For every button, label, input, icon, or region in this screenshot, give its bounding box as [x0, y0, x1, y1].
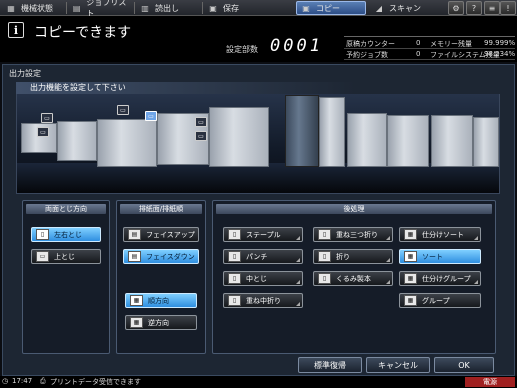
reverse-order-icon: ▦: [130, 317, 143, 328]
clock-time: 17:47: [12, 377, 33, 385]
bottom-status-bar: ◷ 17:47 ⎙ プリントデータ受信できます 電源: [0, 376, 517, 388]
section-title: 両面とじ方向: [26, 204, 106, 214]
main-engine: [319, 97, 345, 167]
tab-copy[interactable]: ▣ コピー: [296, 1, 366, 15]
group-icon: ▦: [404, 295, 417, 306]
punch-button[interactable]: ▯ パンチ: [223, 249, 303, 264]
punch-icon: ▯: [228, 251, 241, 262]
section-title: 後処理: [216, 204, 492, 214]
meter-row: 原稿カウンター 0 メモリー残量 99.999%: [344, 39, 516, 49]
face-down-button[interactable]: ▤ フェイスダウン: [123, 249, 199, 264]
fold-button[interactable]: ▯ 折り: [313, 249, 393, 264]
paper-feed-unit: [473, 117, 499, 167]
output-tray-icon[interactable]: ▭: [37, 127, 49, 137]
tab-bar: ▦ 機械状態 ▤ ジョブリスト ▥ 読出し ▣ 保存 ▣ コピー ◢ スキャン …: [0, 0, 517, 18]
tab-job-list[interactable]: ▤ ジョブリスト: [68, 0, 132, 18]
face-down-icon: ▤: [128, 251, 141, 262]
binding-section: 両面とじ方向 ▯ 左右とじ ▭ 上とじ: [22, 200, 110, 354]
multi-half-fold-button[interactable]: ▯ 重ね中折り: [223, 293, 303, 308]
forward-order-icon: ▦: [130, 295, 143, 306]
tab-label: 保存: [223, 3, 239, 13]
tab-store[interactable]: ▣ 保存: [204, 1, 274, 15]
tab-machine-status[interactable]: ▦ 機械状態: [2, 1, 64, 15]
power-badge: 電源: [465, 377, 515, 387]
recall-icon: ▥: [141, 3, 149, 13]
binding-top-icon: ▭: [36, 251, 49, 262]
help-icon[interactable]: ?: [466, 1, 482, 15]
tab-label: スキャン: [389, 3, 421, 13]
copies-label: 設定部数: [226, 45, 258, 54]
output-tray-icon[interactable]: ▭: [117, 105, 129, 115]
scan-icon: ◢: [375, 3, 383, 13]
inserter-unit: [209, 107, 269, 167]
fold-icon: ▯: [318, 251, 331, 262]
status-message: コピーできます: [34, 25, 132, 41]
job-list-icon: ▤: [72, 3, 81, 13]
tab-label: 機械状態: [21, 3, 53, 13]
perfect-binding-button[interactable]: ▯ くるみ製本: [313, 271, 393, 286]
saddle-stitch-icon: ▯: [228, 273, 241, 284]
tab-label: コピー: [316, 3, 340, 13]
tab-scan[interactable]: ◢ スキャン: [370, 1, 440, 15]
copies-count: 0001: [270, 36, 323, 56]
clock-icon: ◷: [2, 377, 9, 385]
saddle-stitch-button[interactable]: ▯ 中とじ: [223, 271, 303, 286]
section-title: 排紙面/排紙順: [120, 204, 202, 214]
copy-screen: { "tabs": [ {"label": "機械状態", "icon": "m…: [0, 0, 517, 388]
face-up-button[interactable]: ▤ フェイスアップ: [123, 227, 199, 242]
copy-icon: ▣: [302, 3, 310, 13]
ok-button[interactable]: OK: [434, 357, 494, 373]
output-face-section: 排紙面/排紙順 ▤ フェイスアップ ▤ フェイスダウン ▦ 順方向 ▦ 逆方向: [116, 200, 206, 354]
machine-diagram: ▭ ▭ ▭ ▭ ▭ ▭: [16, 82, 500, 194]
finishing-section: 後処理 ▯ ステープル ▯ パンチ ▯ 中とじ ▯ 重ね中折り ▯ 重ね三つ折り ▯ 折り …: [212, 200, 496, 354]
offset-sort-button[interactable]: ▦ 仕分けソート: [399, 227, 481, 242]
binding-left-right-button[interactable]: ▯ 左右とじ: [31, 227, 101, 242]
info-icon: i: [8, 22, 24, 38]
cancel-button[interactable]: キャンセル: [366, 357, 430, 373]
status-header: i コピーできます 設定部数 0001 原稿カウンター 0 メモリー残量 99.…: [0, 16, 517, 62]
reverse-order-button[interactable]: ▦ 逆方向: [125, 315, 197, 330]
binding-top-button[interactable]: ▭ 上とじ: [31, 249, 101, 264]
tab-recall[interactable]: ▥ 読出し: [136, 1, 200, 15]
finisher-unit: [97, 119, 157, 167]
selected-output-tray-icon[interactable]: ▭: [145, 111, 157, 121]
info-icon[interactable]: !: [500, 1, 516, 15]
perfect-binding-icon: ▯: [318, 273, 331, 284]
output-tray-icon[interactable]: ▭: [41, 113, 53, 123]
store-icon: ▣: [209, 3, 217, 13]
paper-feed-unit: [347, 113, 387, 167]
prompt-text: 出力機能を設定して下さい: [16, 82, 500, 94]
staple-button[interactable]: ▯ ステープル: [223, 227, 303, 242]
menu-icon[interactable]: ≡: [484, 1, 500, 15]
sort-icon: ▦: [404, 251, 417, 262]
tab-label: 読出し: [155, 3, 179, 13]
staple-icon: ▯: [228, 229, 241, 240]
multi-tri-fold-button[interactable]: ▯ 重ね三つ折り: [313, 227, 393, 242]
group-button[interactable]: ▦ グループ: [399, 293, 481, 308]
finisher-unit: [57, 121, 97, 161]
meter-row: 予約ジョブ数 0 ファイルシステム残量 98.234%: [344, 50, 516, 60]
paper-feed-unit: [387, 115, 429, 167]
multi-half-fold-icon: ▯: [228, 295, 241, 306]
output-tray-icon[interactable]: ▭: [195, 117, 207, 127]
multi-tri-fold-icon: ▯: [318, 229, 331, 240]
face-up-icon: ▤: [128, 229, 141, 240]
machine-status-icon: ▦: [7, 3, 15, 13]
output-tray-icon[interactable]: ▭: [195, 131, 207, 141]
offset-sort-icon: ▦: [404, 229, 417, 240]
settings-icon[interactable]: ⚙: [448, 1, 464, 15]
reset-default-button[interactable]: 標準復帰: [298, 357, 362, 373]
bottom-message: プリントデータ受信できます: [50, 378, 141, 386]
panel-title: 出力設定: [9, 69, 41, 78]
offset-group-icon: ▦: [404, 273, 417, 284]
binding-left-right-icon: ▯: [36, 229, 49, 240]
main-engine: [285, 95, 319, 167]
paper-feed-unit: [431, 115, 473, 167]
printer-icon: ⎙: [40, 377, 46, 385]
forward-order-button[interactable]: ▦ 順方向: [125, 293, 197, 308]
sort-button[interactable]: ▦ ソート: [399, 249, 481, 264]
offset-group-button[interactable]: ▦ 仕分けグループ: [399, 271, 481, 286]
